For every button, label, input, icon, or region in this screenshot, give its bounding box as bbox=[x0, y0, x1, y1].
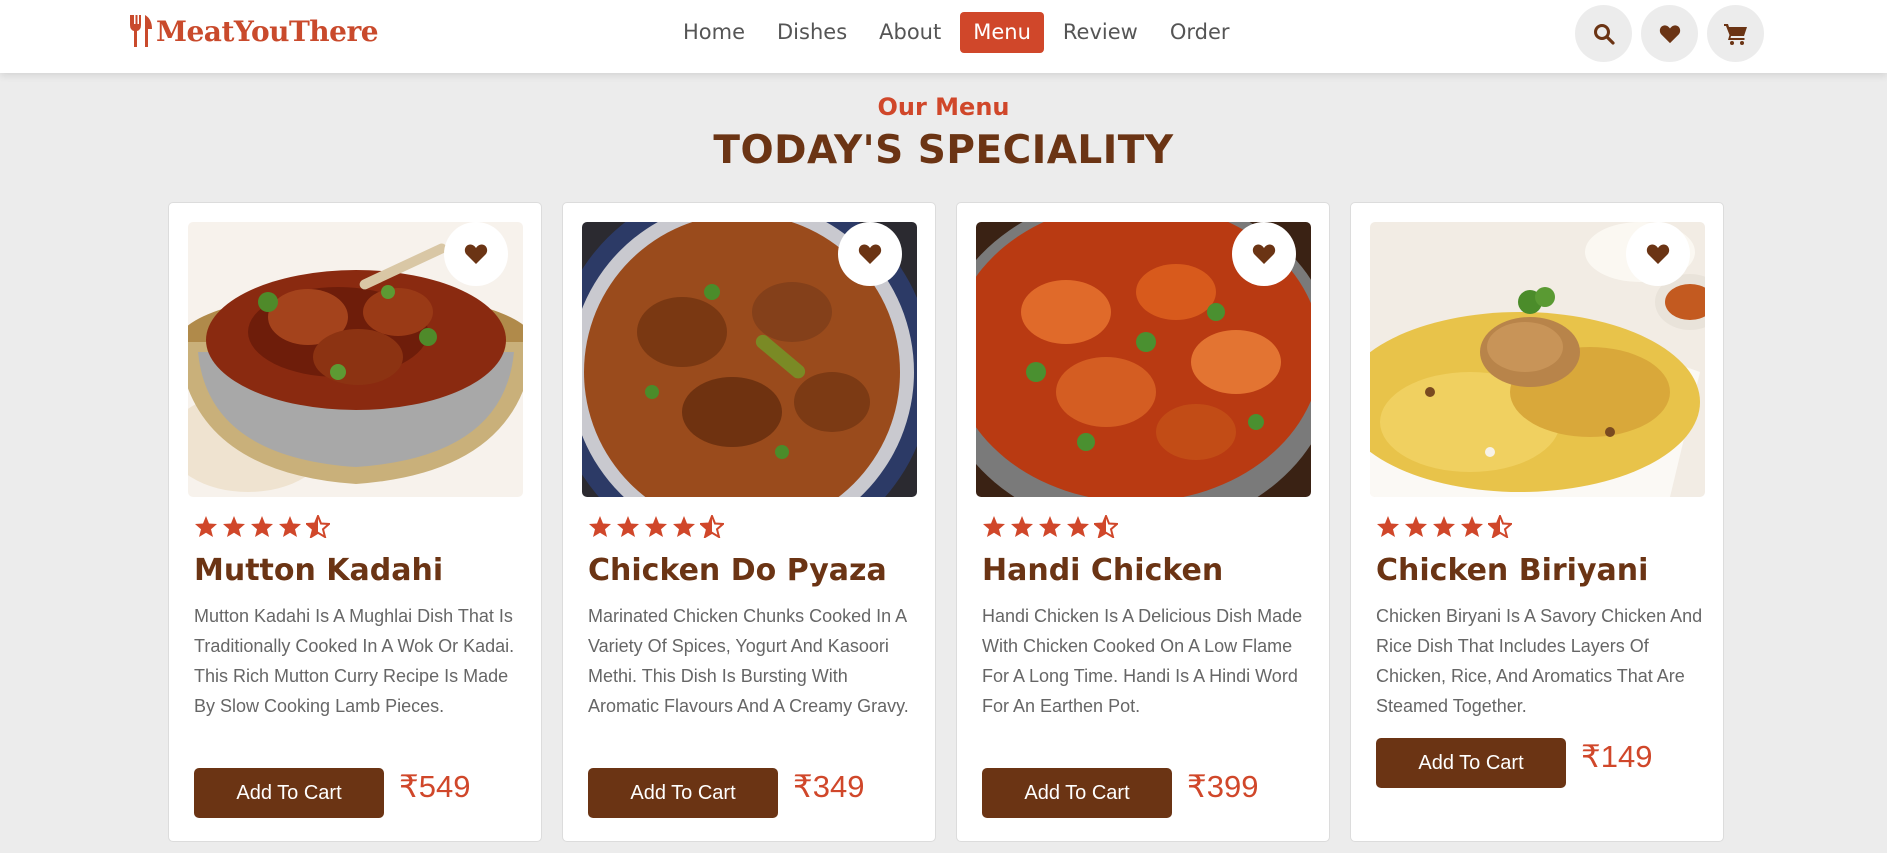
dish-title: Chicken Biriyani bbox=[1376, 553, 1649, 588]
dish-description: Marinated Chicken Chunks Cooked In A Var… bbox=[588, 606, 909, 716]
dish-title: Mutton Kadahi bbox=[194, 553, 444, 588]
star-icon bbox=[617, 516, 639, 537]
dish-title: Handi Chicken bbox=[982, 553, 1224, 588]
rating-stars bbox=[1376, 515, 1512, 538]
add-to-cart-button[interactable]: Add To Cart bbox=[588, 768, 778, 818]
cart-icon bbox=[1723, 23, 1747, 45]
rating-stars bbox=[194, 515, 330, 538]
favorite-button[interactable] bbox=[444, 222, 508, 286]
star-icon bbox=[1405, 516, 1427, 537]
star-icon bbox=[589, 516, 611, 537]
site-header: MeatYouThere Home Dishes About Menu Revi… bbox=[0, 0, 1887, 73]
utensils-icon bbox=[130, 15, 152, 47]
star-half-icon bbox=[1094, 515, 1118, 538]
star-icon bbox=[1011, 516, 1033, 537]
star-icon bbox=[195, 516, 217, 537]
star-icon bbox=[673, 516, 695, 537]
nav-home[interactable]: Home bbox=[670, 12, 758, 53]
cart-button[interactable] bbox=[1707, 5, 1764, 62]
add-to-cart-button[interactable]: Add To Cart bbox=[194, 768, 384, 818]
header-actions bbox=[1575, 5, 1764, 62]
search-icon bbox=[1593, 23, 1615, 45]
heart-icon bbox=[1252, 244, 1276, 264]
nav-dishes[interactable]: Dishes bbox=[764, 12, 860, 53]
dish-price: ₹549 bbox=[399, 769, 471, 804]
heart-icon bbox=[858, 244, 882, 264]
rating-stars bbox=[588, 515, 724, 538]
star-icon bbox=[1433, 516, 1455, 537]
star-icon bbox=[645, 516, 667, 537]
logo[interactable]: MeatYouThere bbox=[128, 14, 379, 48]
dish-price: ₹149 bbox=[1581, 739, 1653, 774]
star-icon bbox=[983, 516, 1005, 537]
star-icon bbox=[1039, 516, 1061, 537]
star-icon bbox=[251, 516, 273, 537]
nav-about[interactable]: About bbox=[866, 12, 954, 53]
section-subtitle: Our Menu bbox=[877, 93, 1010, 121]
search-button[interactable] bbox=[1575, 5, 1632, 62]
star-icon bbox=[1461, 516, 1483, 537]
star-half-icon bbox=[1488, 515, 1512, 538]
menu-card: Mutton Kadahi Mutton Kadahi Is A Mughlai… bbox=[168, 202, 542, 842]
star-icon bbox=[223, 516, 245, 537]
add-to-cart-button[interactable]: Add To Cart bbox=[982, 768, 1172, 818]
nav-menu[interactable]: Menu bbox=[960, 12, 1044, 53]
dish-title: Chicken Do Pyaza bbox=[588, 553, 887, 588]
heart-icon bbox=[464, 244, 488, 264]
nav-review[interactable]: Review bbox=[1050, 12, 1151, 53]
rating-stars bbox=[982, 515, 1118, 538]
dish-description: Chicken Biryani Is A Savory Chicken And … bbox=[1376, 606, 1703, 716]
favorite-button[interactable] bbox=[838, 222, 902, 286]
star-icon bbox=[1377, 516, 1399, 537]
menu-card: Chicken Biriyani Chicken Biryani Is A Sa… bbox=[1350, 202, 1724, 842]
dish-description: Mutton Kadahi Is A Mughlai Dish That Is … bbox=[194, 606, 515, 716]
brand-name: MeatYouThere bbox=[156, 14, 379, 48]
add-to-cart-button[interactable]: Add To Cart bbox=[1376, 738, 1566, 788]
menu-card: Handi Chicken Handi Chicken Is A Delicio… bbox=[956, 202, 1330, 842]
dish-price: ₹399 bbox=[1187, 769, 1259, 804]
main-nav: Home Dishes About Menu Review Order bbox=[670, 12, 1243, 53]
dish-description: Handi Chicken Is A Delicious Dish Made W… bbox=[982, 606, 1303, 716]
section-title: TODAY'S SPECIALITY bbox=[713, 128, 1174, 173]
star-icon bbox=[279, 516, 301, 537]
heart-icon bbox=[1659, 24, 1680, 43]
menu-card: Chicken Do Pyaza Marinated Chicken Chunk… bbox=[562, 202, 936, 842]
heart-icon bbox=[1646, 244, 1670, 264]
star-half-icon bbox=[700, 515, 724, 538]
star-half-icon bbox=[306, 515, 330, 538]
star-icon bbox=[1067, 516, 1089, 537]
favorite-button[interactable] bbox=[1626, 222, 1690, 286]
wishlist-button[interactable] bbox=[1641, 5, 1698, 62]
nav-order[interactable]: Order bbox=[1157, 12, 1243, 53]
favorite-button[interactable] bbox=[1232, 222, 1296, 286]
menu-cards: Mutton Kadahi Mutton Kadahi Is A Mughlai… bbox=[168, 202, 1724, 842]
dish-price: ₹349 bbox=[793, 769, 865, 804]
